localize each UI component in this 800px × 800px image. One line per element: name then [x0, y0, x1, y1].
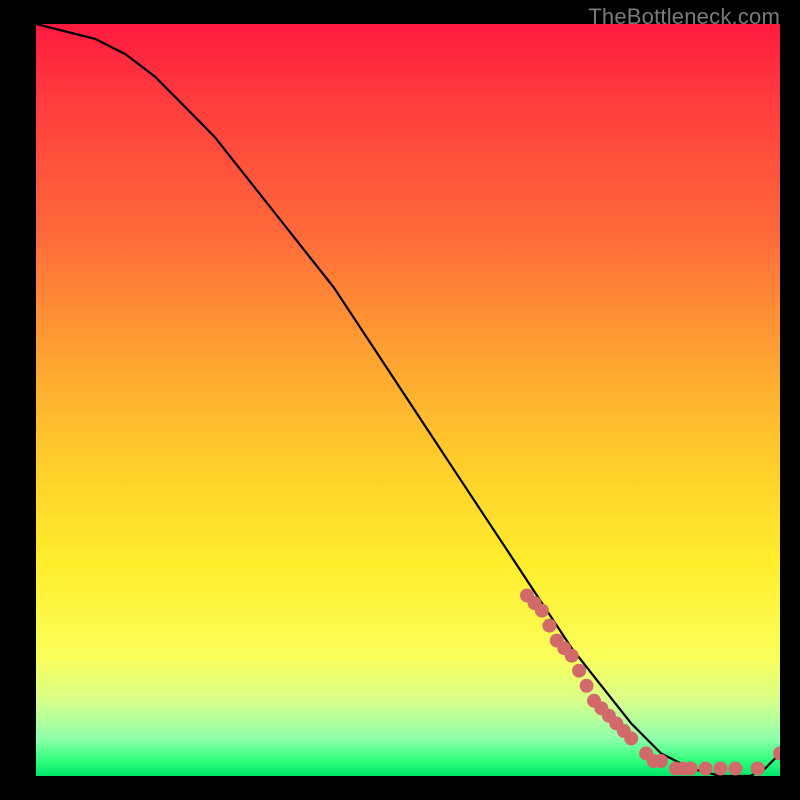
scatter-point — [751, 762, 765, 776]
scatter-point — [565, 649, 579, 663]
curve-path — [36, 24, 780, 776]
scatter-point — [572, 664, 586, 678]
scatter-point — [714, 762, 728, 776]
scatter-point — [624, 731, 638, 745]
scatter-point — [542, 619, 556, 633]
scatter-point — [535, 604, 549, 618]
plot-area — [36, 24, 780, 776]
watermark-text: TheBottleneck.com — [588, 4, 780, 30]
scatter-point — [684, 762, 698, 776]
scatter-group — [520, 589, 780, 776]
chart-svg — [36, 24, 780, 776]
scatter-point — [654, 754, 668, 768]
chart-stage: TheBottleneck.com — [0, 0, 800, 800]
scatter-point — [728, 762, 742, 776]
scatter-point — [699, 762, 713, 776]
scatter-point — [580, 679, 594, 693]
